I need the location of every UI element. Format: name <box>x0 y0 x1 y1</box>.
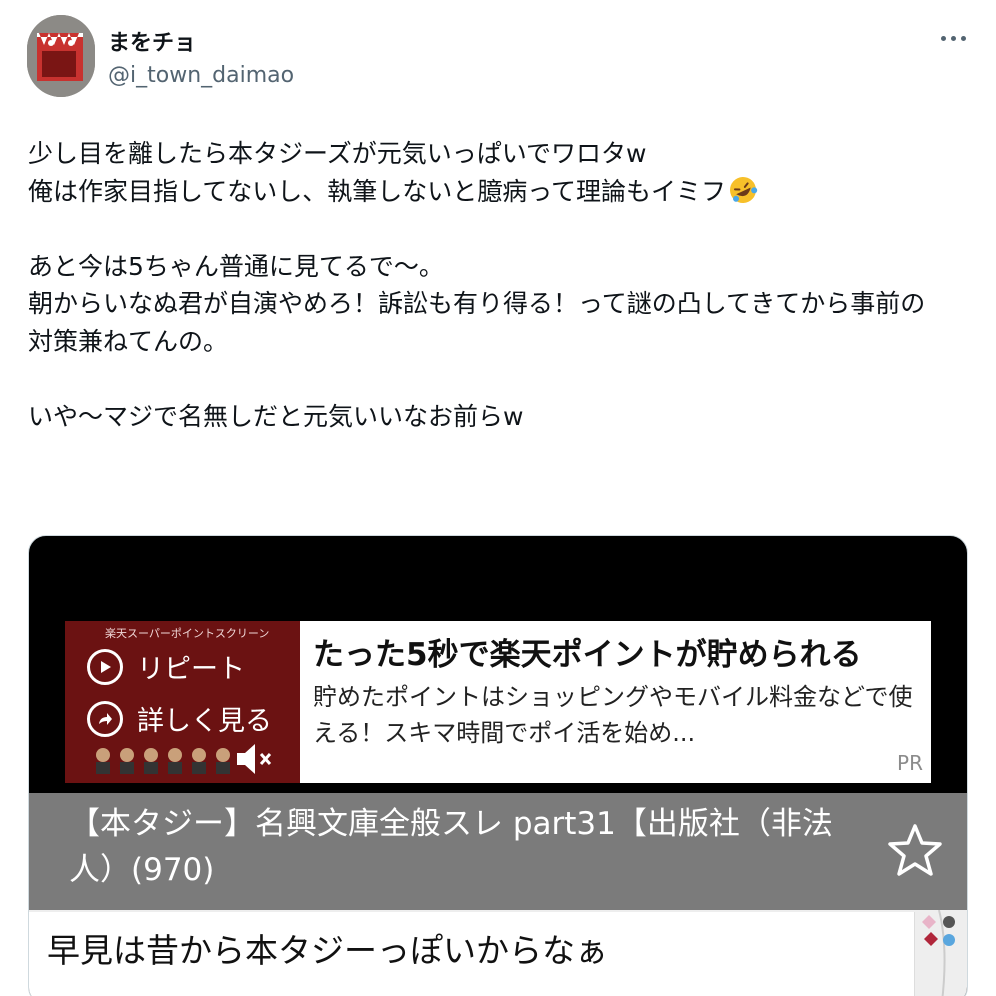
ad-brand: 楽天スーパーポイントスクリーン <box>105 627 270 640</box>
mute-icon[interactable] <box>235 741 275 777</box>
ad-description: 貯めたポイントはショッピングやモバイル料金などで使える！スキマ時間でポイ活を始め… <box>313 683 913 747</box>
tweet-line <box>28 210 978 248</box>
tweet-text: 少し目を離したら本タジーズが元気いっぱいでワロタw 俺は作家目指してないし、執筆… <box>28 135 978 435</box>
ad-banner[interactable]: 楽天スーパーポイントスクリーン リピート 詳しく見る たった5秒で楽天ポイントが… <box>65 621 931 783</box>
dot-icon <box>940 35 946 41</box>
tweet-line: 朝からいなぬ君が自演やめろ！訴訟も有り得る！って謎の凸してきてから事前の <box>28 289 926 318</box>
dot-icon <box>950 35 956 41</box>
post-area: 早見は昔から本タジーっぽいからなぁ <box>29 910 967 996</box>
tweet-line: いや〜マジで名無しだと元気いいなお前らw <box>28 401 524 431</box>
ad-repeat-button[interactable]: リピート <box>87 647 245 686</box>
thread-header: 【本タジー】名興文庫全般スレ part31【出版社（非法人）(970) <box>29 793 967 910</box>
display-name[interactable]: まをチョ <box>108 25 196 57</box>
user-handle[interactable]: @i_town_daimao <box>108 63 294 88</box>
tweet-line <box>28 360 978 398</box>
share-arrow-icon <box>87 700 123 737</box>
tweet-line: あと今は5ちゃん普通に見てるで〜。 <box>28 251 444 281</box>
play-icon <box>87 648 123 685</box>
dot-icon <box>960 35 966 41</box>
avatar[interactable] <box>27 15 95 97</box>
ad-title[interactable]: たった5秒で楽天ポイントが貯められる <box>313 629 862 674</box>
ad-repeat-label: リピート <box>137 654 245 685</box>
laughing-emoji-icon <box>728 175 758 205</box>
tweet-line-text: 俺は作家目指してないし、執筆しないと臆病って理論もイミフ <box>28 176 727 206</box>
tweet-line: 少し目を離したら本タジーズが元気いっぱいでワロタw <box>28 139 647 168</box>
star-icon[interactable] <box>887 823 943 877</box>
side-decoration <box>922 910 955 996</box>
tweet-line: 俺は作家目指してないし、執筆しないと臆病って理論もイミフ <box>28 173 978 211</box>
more-options-button[interactable] <box>933 27 973 49</box>
attached-image[interactable]: 楽天スーパーポイントスクリーン リピート 詳しく見る たった5秒で楽天ポイントが… <box>28 535 968 996</box>
ad-image: 楽天スーパーポイントスクリーン リピート 詳しく見る <box>65 621 300 783</box>
tweet-header: まをチョ @i_town_daimao <box>0 0 996 110</box>
post-text: 早見は昔から本タジーっぽいからなぁ <box>47 931 608 970</box>
post-item: 早見は昔から本タジーっぽいからなぁ <box>29 912 915 996</box>
ad-pr-label: PR <box>897 751 923 775</box>
ad-details-button[interactable]: 詳しく見る <box>87 699 272 738</box>
thread-title: 【本タジー】名興文庫全般スレ part31【出版社（非法人）(970) <box>69 806 833 888</box>
ad-details-label: 詳しく見る <box>137 706 272 737</box>
tweet-line: 対策兼ねてんの。 <box>28 326 229 356</box>
